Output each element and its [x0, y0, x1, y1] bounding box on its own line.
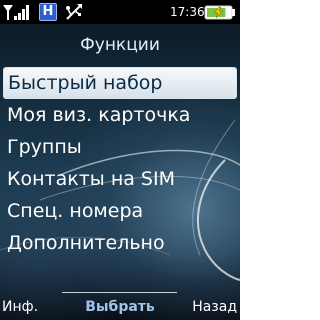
menu-item-special-numbers[interactable]: Спец. номера — [0, 195, 240, 227]
signal-icon — [3, 5, 29, 20]
network-h-icon: H — [39, 3, 57, 21]
status-bar: H 17:36 — [0, 0, 240, 24]
menu-item-speed-dial[interactable]: Быстрый набор — [3, 67, 237, 99]
menu-item-advanced[interactable]: Дополнительно — [0, 227, 240, 259]
menu-item-my-business-card[interactable]: Моя виз. карточка — [0, 99, 240, 131]
screen-title: Функции — [80, 35, 160, 55]
phone-screen: H 17:36 Функции Быстрый набор Моя виз. к… — [0, 0, 240, 320]
usb-icon — [66, 4, 82, 20]
battery-charging-icon — [204, 5, 235, 20]
menu-list: Быстрый набор Моя виз. карточка Группы К… — [0, 67, 240, 259]
menu-item-groups[interactable]: Группы — [0, 131, 240, 163]
divider-line — [62, 292, 177, 293]
softkey-back[interactable]: Назад — [192, 297, 237, 317]
menu-item-sim-contacts[interactable]: Контакты на SIM — [0, 163, 240, 195]
